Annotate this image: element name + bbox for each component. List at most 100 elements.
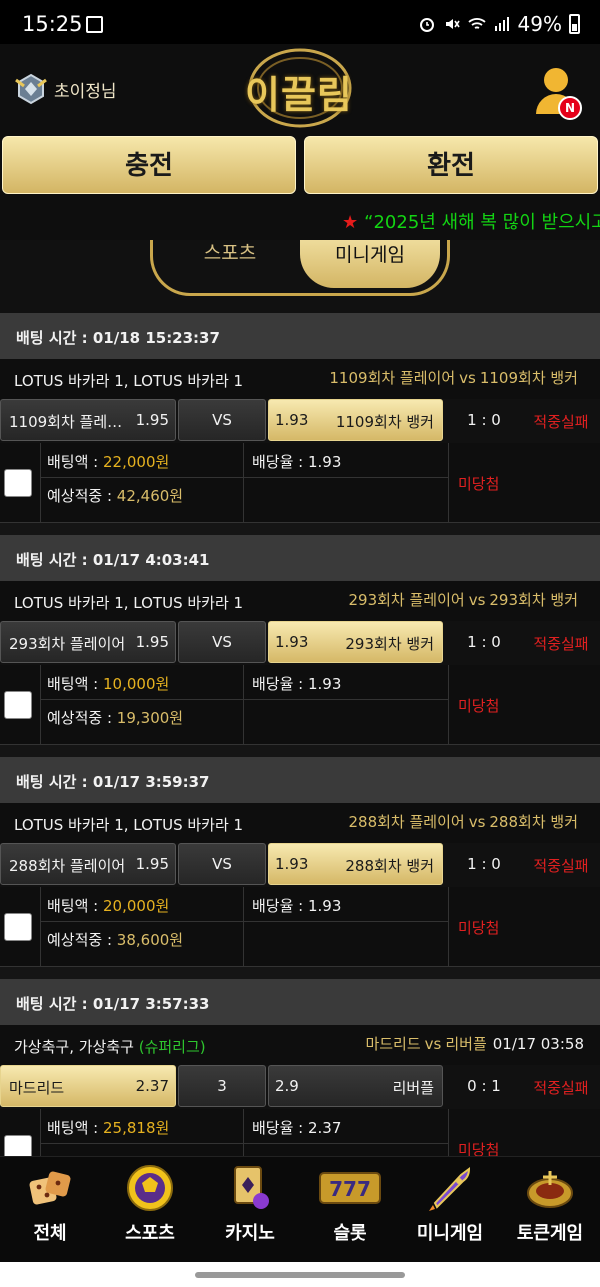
card-gap bbox=[0, 523, 600, 535]
league-label: LOTUS 바카라 1, LOTUS 바카라 1 bbox=[14, 816, 244, 834]
nav-item[interactable]: 토큰게임 bbox=[500, 1157, 600, 1263]
odds-home-value: 1.95 bbox=[135, 411, 169, 429]
league-label: LOTUS 바카라 1, LOTUS 바카라 1 bbox=[14, 372, 244, 390]
odds-home-label: 293회차 플레이어 bbox=[9, 635, 126, 653]
match-teams: 293회차 플레이어 vs 293회차 뱅커 bbox=[348, 589, 584, 610]
bet-amount-value: 25,818원 bbox=[103, 1119, 170, 1137]
nav-item[interactable]: 전체 bbox=[0, 1157, 100, 1263]
home-indicator-bar bbox=[0, 1262, 600, 1287]
bet-amount-value: 22,000원 bbox=[103, 453, 170, 471]
expected-win: 예상적중 : 42,460원 bbox=[47, 485, 183, 506]
nav-item-label: 슬롯 bbox=[333, 1223, 367, 1244]
nav-item[interactable]: 카지노 bbox=[200, 1157, 300, 1263]
bet-time: 배팅 시간 : 01/17 4:03:41 bbox=[0, 535, 600, 581]
bet-time: 배팅 시간 : 01/17 3:57:33 bbox=[0, 979, 600, 1025]
expected-win: 예상적중 : 19,300원 bbox=[47, 707, 183, 728]
odds-draw-button[interactable]: VS bbox=[178, 843, 266, 885]
user-info[interactable]: 초이정님 bbox=[14, 72, 117, 106]
cards-icon bbox=[225, 1163, 275, 1213]
select-checkbox[interactable] bbox=[4, 469, 32, 497]
team-home: 마드리드 bbox=[365, 1035, 421, 1053]
vs-label: vs bbox=[468, 813, 486, 831]
odds-away-button[interactable]: 2.9 리버플 bbox=[268, 1065, 443, 1107]
odds-home-button[interactable]: 1109회차 플레… 1.95 bbox=[0, 399, 176, 441]
odds-home-button[interactable]: 288회차 플레이어 1.95 bbox=[0, 843, 176, 885]
nav-item[interactable]: 스포츠 bbox=[100, 1157, 200, 1263]
bet-info: 배팅액 : 20,000원 배당율 : 1.93 예상적중 : 38,600원 … bbox=[0, 887, 600, 967]
rocket-icon bbox=[425, 1163, 475, 1213]
odds-home-label: 마드리드 bbox=[9, 1079, 65, 1097]
bet-result: 적중실패 bbox=[533, 857, 589, 875]
odds-draw-label: VS bbox=[212, 411, 232, 429]
divider bbox=[448, 665, 449, 744]
match-row: LOTUS 바카라 1, LOTUS 바카라 1 293회차 플레이어 vs 293… bbox=[0, 581, 600, 621]
vs-label: vs bbox=[459, 369, 476, 387]
team-away: 288회차 뱅커 bbox=[489, 813, 578, 831]
exchange-button[interactable]: 환전 bbox=[304, 136, 598, 194]
match-score: 1 : 0 bbox=[467, 633, 501, 651]
odds-draw-button[interactable]: VS bbox=[178, 399, 266, 441]
nav-item-label: 미니게임 bbox=[416, 1223, 484, 1244]
odds-home-button[interactable]: 마드리드 2.37 bbox=[0, 1065, 176, 1107]
tab-sports[interactable]: 스포츠 bbox=[180, 240, 280, 265]
bet-rate: 배당율 : 2.37 bbox=[252, 1117, 341, 1138]
divider bbox=[40, 699, 448, 700]
expected-win-label: 예상적중 : bbox=[47, 709, 117, 727]
divider bbox=[448, 887, 449, 966]
tab-minigame[interactable]: 미니게임 bbox=[300, 240, 440, 288]
charge-button[interactable]: 충전 bbox=[2, 136, 296, 194]
bottom-nav: 전체 스포츠 카지노 777 슬롯 미니게임 토큰게임 bbox=[0, 1156, 600, 1262]
team-away: 293회차 뱅커 bbox=[489, 591, 578, 609]
odds-draw-label: VS bbox=[212, 855, 232, 873]
odds-away-value: 1.93 bbox=[275, 411, 309, 429]
odds-away-value: 2.9 bbox=[275, 1077, 299, 1095]
bet-rate-value: 2.37 bbox=[308, 1119, 342, 1137]
app-header: 초이정님 이끌림 N bbox=[0, 44, 600, 134]
odds-draw-button[interactable]: VS bbox=[178, 621, 266, 663]
odds-away-button[interactable]: 1.93 1109회차 뱅커 bbox=[268, 399, 443, 441]
divider bbox=[243, 665, 244, 744]
odds-draw-label: 3 bbox=[217, 1077, 227, 1095]
ticker-text: “2025년 새해 복 많이 받으시고 bbox=[364, 212, 600, 233]
match-score: 1 : 0 bbox=[467, 411, 501, 429]
divider bbox=[40, 887, 41, 966]
bet-rate: 배당율 : 1.93 bbox=[252, 673, 341, 694]
bet-status: 미당첨 bbox=[458, 475, 500, 493]
status-icons: 49% bbox=[418, 12, 580, 36]
gallery-icon bbox=[86, 16, 103, 33]
league-name: LOTUS 바카라 1, LOTUS 바카라 1 bbox=[14, 370, 243, 391]
divider bbox=[40, 443, 41, 522]
nav-item-label: 토큰게임 bbox=[516, 1223, 584, 1244]
odds-away-button[interactable]: 1.93 288회차 뱅커 bbox=[268, 843, 443, 885]
bet-card: 배팅 시간 : 01/17 4:03:41 LOTUS 바카라 1, LOTUS… bbox=[0, 535, 600, 757]
nav-item[interactable]: 미니게임 bbox=[400, 1157, 500, 1263]
nav-item[interactable]: 777 슬롯 bbox=[300, 1157, 400, 1263]
odds-draw-button[interactable]: 3 bbox=[178, 1065, 266, 1107]
odds-home-value: 1.95 bbox=[135, 855, 169, 873]
team-away: 리버플 bbox=[445, 1035, 487, 1053]
bet-rate-label: 배당율 : bbox=[252, 897, 308, 915]
bet-rate-value: 1.93 bbox=[308, 675, 342, 693]
match-teams: 1109회차 플레이어 vs 1109회차 뱅커 bbox=[329, 367, 584, 388]
svg-text:777: 777 bbox=[329, 1177, 371, 1201]
match-row: LOTUS 바카라 1, LOTUS 바카라 1 288회차 플레이어 vs 288… bbox=[0, 803, 600, 843]
mute-icon bbox=[445, 19, 460, 29]
divider bbox=[40, 477, 448, 478]
odds-away-label: 리버플 bbox=[392, 1079, 434, 1097]
match-score: 0 : 1 bbox=[467, 1077, 501, 1095]
select-checkbox[interactable] bbox=[4, 913, 32, 941]
card-gap bbox=[0, 967, 600, 979]
logo[interactable]: 이끌림 bbox=[245, 64, 353, 119]
select-checkbox[interactable] bbox=[4, 691, 32, 719]
home-indicator[interactable] bbox=[195, 1272, 405, 1278]
bet-amount: 배팅액 : 20,000원 bbox=[47, 895, 169, 916]
odds-home-button[interactable]: 293회차 플레이어 1.95 bbox=[0, 621, 176, 663]
bet-rate-label: 배당율 : bbox=[252, 675, 308, 693]
bet-amount-value: 10,000원 bbox=[103, 675, 170, 693]
odds-away-button[interactable]: 1.93 293회차 뱅커 bbox=[268, 621, 443, 663]
bet-result: 적중실패 bbox=[533, 413, 589, 431]
expected-win-value: 42,460원 bbox=[116, 487, 184, 505]
bet-amount-label: 배팅액 : bbox=[47, 897, 103, 915]
odds-home-value: 2.37 bbox=[135, 1077, 169, 1095]
nav-item-label: 전체 bbox=[33, 1223, 67, 1244]
